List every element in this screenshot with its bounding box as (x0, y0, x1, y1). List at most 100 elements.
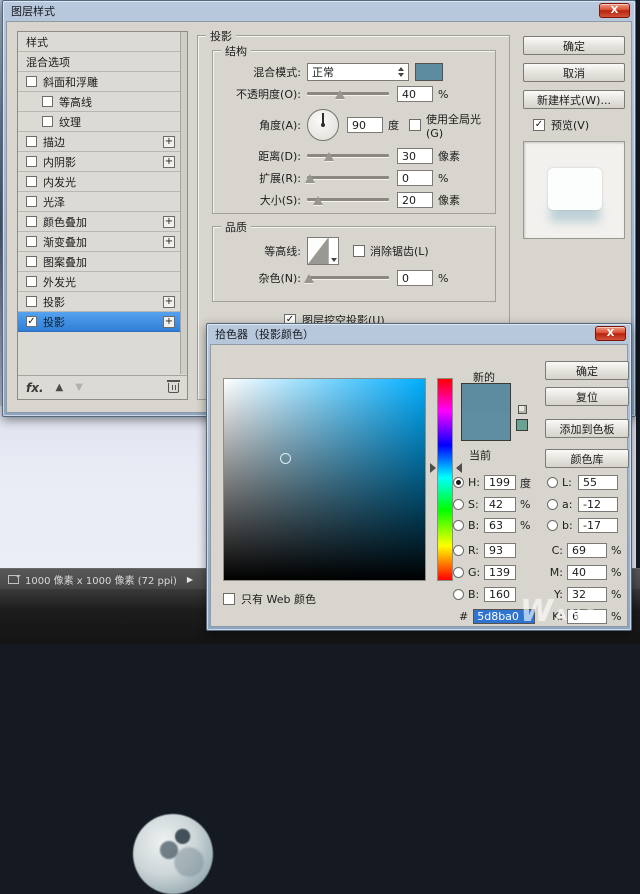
gamut-safe-color-swatch[interactable] (516, 419, 528, 431)
spread-value-field[interactable]: 0 (397, 170, 433, 186)
checkbox[interactable] (26, 296, 37, 307)
add-instance-icon[interactable]: + (163, 296, 175, 308)
hex-value-field[interactable]: 5d8ba0 (473, 609, 535, 624)
sidebar-item-texture[interactable]: 纹理 (18, 112, 187, 132)
checkbox[interactable] (26, 256, 37, 267)
contour-dropdown-icon[interactable] (328, 238, 338, 264)
add-instance-icon[interactable]: + (163, 236, 175, 248)
checkbox[interactable] (26, 236, 37, 247)
checkbox[interactable] (42, 116, 53, 127)
sidebar-item-gradient-overlay[interactable]: 渐变叠加 + (18, 232, 187, 252)
sidebar-item-contour[interactable]: 等高线 (18, 92, 187, 112)
opacity-value-field[interactable]: 40 (397, 86, 433, 102)
sidebar-item-drop-shadow[interactable]: 投影 + (18, 292, 187, 312)
blend-mode-select[interactable]: 正常 (307, 63, 409, 81)
checkbox[interactable] (26, 76, 37, 87)
hue-slider-left-handle[interactable] (430, 463, 436, 473)
spread-slider[interactable] (307, 172, 389, 184)
b-value-field[interactable]: 63 (484, 518, 516, 533)
add-instance-icon[interactable]: + (163, 216, 175, 228)
global-light-checkbox[interactable] (409, 119, 421, 131)
antialias-checkbox[interactable] (353, 245, 365, 257)
checkbox[interactable] (26, 136, 37, 147)
checkbox[interactable] (26, 216, 37, 227)
a-value-field[interactable]: -12 (578, 497, 618, 512)
y-value-field[interactable]: 32 (567, 587, 607, 602)
sidebar-item-inner-shadow[interactable]: 内阴影 + (18, 152, 187, 172)
angle-dial[interactable] (307, 109, 339, 141)
distance-value-field[interactable]: 30 (397, 148, 433, 164)
r-radio[interactable] (453, 545, 464, 556)
sidebar-item-pattern-overlay[interactable]: 图案叠加 (18, 252, 187, 272)
opacity-slider[interactable] (307, 88, 389, 100)
sidebar-item-outer-glow[interactable]: 外发光 (18, 272, 187, 292)
distance-slider[interactable] (307, 150, 389, 162)
contour-picker[interactable] (307, 237, 339, 265)
b2-value-field[interactable]: 160 (484, 587, 516, 602)
lab-b-value-field[interactable]: -17 (578, 518, 618, 533)
hue-slider-right-handle[interactable] (456, 463, 462, 473)
a-radio[interactable] (547, 499, 558, 510)
sidebar-item-blending-options[interactable]: 混合选项 (18, 52, 187, 72)
shadow-color-swatch[interactable] (415, 63, 443, 81)
sidebar-item-stroke[interactable]: 描边 + (18, 132, 187, 152)
hue-slider[interactable] (437, 378, 453, 581)
s-radio[interactable] (453, 499, 464, 510)
sidebar-item-drop-shadow-selected[interactable]: ✓ 投影 + (18, 312, 187, 332)
m-value-field[interactable]: 40 (567, 565, 607, 580)
sidebar-item-color-overlay[interactable]: 颜色叠加 + (18, 212, 187, 232)
lab-b-radio[interactable] (547, 520, 558, 531)
h-value-field[interactable]: 199 (484, 475, 516, 490)
angle-value-field[interactable]: 90 (347, 117, 383, 133)
add-to-swatches-button[interactable]: 添加到色板 (545, 419, 629, 438)
status-expand-icon[interactable]: ▶ (187, 575, 193, 584)
l-radio[interactable] (547, 477, 558, 488)
b-radio[interactable] (453, 520, 464, 531)
l-value-field[interactable]: 55 (578, 475, 618, 490)
checkbox[interactable] (26, 196, 37, 207)
c-value-field[interactable]: 69 (567, 543, 607, 558)
sidebar-item-inner-glow[interactable]: 内发光 (18, 172, 187, 192)
checkbox[interactable] (26, 176, 37, 187)
checkbox[interactable] (26, 156, 37, 167)
checkbox-checked[interactable]: ✓ (26, 316, 37, 327)
web-colors-checkbox[interactable] (223, 593, 235, 605)
layer-style-close-button[interactable]: X (599, 3, 630, 18)
g-value-field[interactable]: 139 (484, 565, 516, 580)
color-libraries-button[interactable]: 颜色库 (545, 449, 629, 468)
move-up-button[interactable]: ▲ (56, 382, 64, 393)
picker-ok-button[interactable]: 确定 (545, 361, 629, 380)
noise-value-field[interactable]: 0 (397, 270, 433, 286)
size-slider[interactable] (307, 194, 389, 206)
k-value-field[interactable]: 6 (567, 609, 607, 624)
color-field-marker[interactable] (280, 453, 291, 464)
new-style-button[interactable]: 新建样式(W)... (523, 90, 625, 109)
size-value-field[interactable]: 20 (397, 192, 433, 208)
g-radio[interactable] (453, 567, 464, 578)
h-radio[interactable] (453, 477, 464, 488)
sidebar-item-satin[interactable]: 光泽 (18, 192, 187, 212)
color-picker-close-button[interactable]: X (595, 326, 626, 341)
style-list-scrollbar[interactable] (180, 32, 187, 374)
layer-style-titlebar[interactable]: 图层样式 (3, 1, 635, 20)
sidebar-item-bevel-emboss[interactable]: 斜面和浮雕 (18, 72, 187, 92)
ok-button[interactable]: 确定 (523, 36, 625, 55)
add-instance-icon[interactable]: + (163, 136, 175, 148)
b2-radio[interactable] (453, 589, 464, 600)
checkbox[interactable] (42, 96, 53, 107)
gamut-warning-cube-icon[interactable] (518, 405, 527, 414)
checkbox[interactable] (26, 276, 37, 287)
r-value-field[interactable]: 93 (484, 543, 516, 558)
preview-checkbox[interactable]: ✓ (533, 119, 545, 131)
picker-reset-button[interactable]: 复位 (545, 387, 629, 406)
add-instance-icon[interactable]: + (163, 316, 175, 328)
delete-effect-button[interactable] (168, 383, 179, 393)
color-picker-titlebar[interactable]: 拾色器（投影颜色） (207, 324, 631, 343)
add-instance-icon[interactable]: + (163, 156, 175, 168)
s-value-field[interactable]: 42 (484, 497, 516, 512)
fx-menu-button[interactable]: fx. (26, 381, 44, 395)
move-down-button[interactable]: ▼ (75, 382, 83, 393)
cancel-button[interactable]: 取消 (523, 63, 625, 82)
noise-slider[interactable] (307, 272, 389, 284)
saturation-brightness-field[interactable] (223, 378, 426, 581)
